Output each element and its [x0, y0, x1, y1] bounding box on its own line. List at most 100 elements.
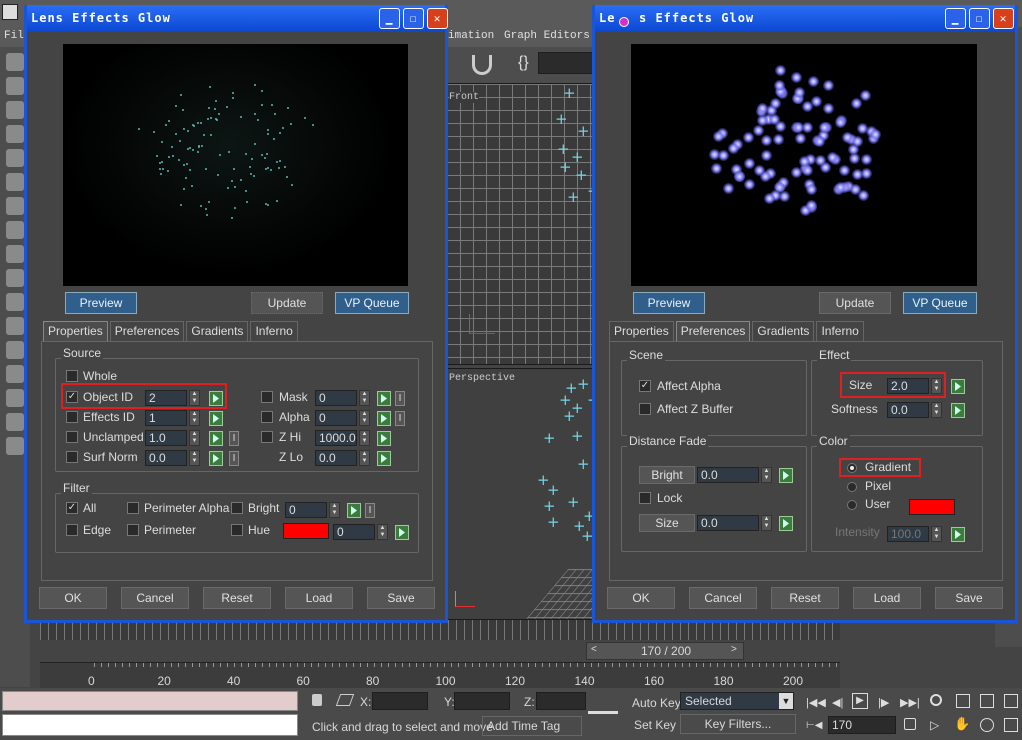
mask-spinner[interactable]: 0 [315, 390, 357, 406]
viewport-perspective-label[interactable]: Perspective [449, 373, 515, 384]
bright-filter-spinner-arrows[interactable]: ▲ ▼ [329, 502, 340, 518]
z-lo-spinner[interactable]: 0.0 [315, 450, 357, 466]
timeline-ruler[interactable]: 0 20 40 60 80 100 120 140 160 180 200 [40, 662, 840, 688]
surf-norm-checkbox[interactable] [66, 451, 78, 463]
current-frame-field[interactable]: 170 [828, 716, 896, 734]
gear-icon[interactable] [6, 269, 24, 287]
affect-z-buffer-checkbox[interactable] [639, 403, 651, 415]
absolute-mode-icon[interactable] [335, 694, 355, 706]
dialog-title-bar[interactable]: Lens Effects Glow ▁ ☐ ✕ [27, 5, 448, 32]
z-lo-map-button[interactable] [377, 451, 391, 466]
save-button[interactable]: Save [367, 587, 435, 609]
unclamped-spinner[interactable]: 1.0 [145, 430, 187, 446]
create-icon[interactable] [6, 77, 24, 95]
tab-properties[interactable]: Properties [43, 321, 108, 341]
alpha-spinner[interactable]: 0 [315, 410, 357, 426]
save-button[interactable]: Save [935, 587, 1003, 609]
minimize-button[interactable]: ▁ [379, 8, 400, 29]
tab-properties[interactable]: Properties [609, 321, 674, 341]
size-fade-spinner-arrows[interactable]: ▲ ▼ [761, 515, 772, 531]
unclamped-map-button[interactable] [209, 431, 223, 446]
bright-filter-map-button[interactable] [347, 503, 361, 518]
ok-button[interactable]: OK [607, 587, 675, 609]
zoom-all-icon[interactable] [956, 694, 970, 708]
tab-gradients[interactable]: Gradients [186, 321, 249, 341]
helper-icon[interactable] [6, 389, 24, 407]
space-warp-icon[interactable] [6, 413, 24, 431]
user-color-swatch[interactable] [909, 499, 955, 515]
alpha-spinner-arrows[interactable]: ▲ ▼ [359, 410, 370, 426]
dialog-title-bar[interactable]: Le s Effects Glow ▁ ☐ ✕ [595, 5, 1015, 32]
update-button[interactable]: Update [251, 292, 323, 314]
key-mode-toggle-icon[interactable]: ⊢◀ [806, 720, 822, 731]
intensity-map-button[interactable] [951, 527, 965, 542]
softness-map-button[interactable] [951, 403, 965, 418]
select-arrow-icon[interactable] [6, 53, 24, 71]
next-frame-icon[interactable]: |▶ [878, 696, 889, 709]
perimeter-checkbox[interactable] [127, 524, 139, 536]
system-icon[interactable] [6, 437, 24, 455]
surf-norm-i-button[interactable]: I [229, 451, 239, 466]
light-icon[interactable] [6, 149, 24, 167]
cylinder-icon[interactable] [6, 221, 24, 239]
load-button[interactable]: Load [285, 587, 353, 609]
bright-fade-button[interactable]: Bright [639, 466, 695, 484]
teapot-icon[interactable] [6, 101, 24, 119]
size-fade-map-button[interactable] [779, 516, 793, 531]
surf-norm-spinner-arrows[interactable]: ▲ ▼ [189, 450, 200, 466]
tab-inferno[interactable]: Inferno [250, 321, 298, 341]
hue-spinner[interactable]: 0 [333, 524, 375, 540]
vp-queue-button[interactable]: VP Queue [903, 292, 977, 314]
shape-icon[interactable] [6, 341, 24, 359]
mask-map-button[interactable] [377, 391, 391, 406]
wave-icon[interactable] [6, 365, 24, 383]
zoom-icon[interactable] [930, 694, 942, 706]
tab-gradients[interactable]: Gradients [752, 321, 815, 341]
perimeter-alpha-checkbox[interactable] [127, 502, 139, 514]
intensity-spinner-arrows[interactable]: ▲ ▼ [931, 526, 942, 542]
slider-next-arrow-icon[interactable]: > [731, 644, 737, 655]
reset-button[interactable]: Reset [771, 587, 839, 609]
tab-preferences[interactable]: Preferences [109, 321, 185, 341]
z-lo-spinner-arrows[interactable]: ▲ ▼ [359, 450, 370, 466]
y-coord-field[interactable] [454, 692, 510, 710]
z-hi-checkbox[interactable] [261, 431, 273, 443]
time-slider[interactable]: < 170 / 200 > [586, 642, 744, 660]
hue-color-swatch[interactable] [283, 523, 329, 539]
zoom-extents-icon[interactable] [980, 694, 994, 708]
preview-button[interactable]: Preview [633, 292, 705, 314]
maximize-viewport-icon[interactable] [1004, 718, 1018, 732]
bright-fade-spinner-arrows[interactable]: ▲ ▼ [761, 467, 772, 483]
goto-start-icon[interactable]: |◀◀ [806, 696, 826, 709]
viewport-perspective[interactable]: Perspective +++ +++ +++ +++ +++ ++ [446, 368, 594, 620]
box-icon[interactable] [6, 197, 24, 215]
tab-inferno[interactable]: Inferno [816, 321, 864, 341]
prev-frame-icon[interactable]: ◀| [832, 696, 843, 709]
track-bar[interactable] [40, 620, 840, 640]
hue-checkbox[interactable] [231, 524, 243, 536]
user-radio[interactable] [847, 500, 857, 510]
close-button[interactable]: ✕ [427, 8, 448, 29]
close-button[interactable]: ✕ [993, 8, 1014, 29]
preview-button[interactable]: Preview [65, 292, 137, 314]
z-hi-map-button[interactable] [377, 431, 391, 446]
set-key-button[interactable]: Set Key [634, 718, 676, 732]
add-time-tag-button[interactable]: Add Time Tag [482, 716, 582, 736]
update-button[interactable]: Update [819, 292, 891, 314]
z-hi-spinner[interactable]: 1000.0 [315, 430, 357, 446]
alpha-i-button[interactable]: I [395, 411, 405, 426]
unclamped-i-button[interactable]: I [229, 431, 239, 446]
brush-icon[interactable] [6, 245, 24, 263]
reset-button[interactable]: Reset [203, 587, 271, 609]
lock-checkbox[interactable] [639, 492, 651, 504]
cancel-button[interactable]: Cancel [121, 587, 189, 609]
minimize-button[interactable]: ▁ [945, 8, 966, 29]
menu-graph-editors[interactable]: Graph Editors [504, 30, 590, 42]
auto-key-button[interactable]: Auto Key [632, 696, 681, 710]
whole-checkbox[interactable] [66, 370, 78, 382]
intensity-spinner[interactable]: 100.0 [887, 526, 929, 542]
menu-file[interactable]: Fil [4, 30, 24, 42]
load-button[interactable]: Load [853, 587, 921, 609]
bright-fade-spinner[interactable]: 0.0 [697, 467, 759, 483]
pan-hand-icon[interactable]: ✋ [954, 716, 970, 732]
